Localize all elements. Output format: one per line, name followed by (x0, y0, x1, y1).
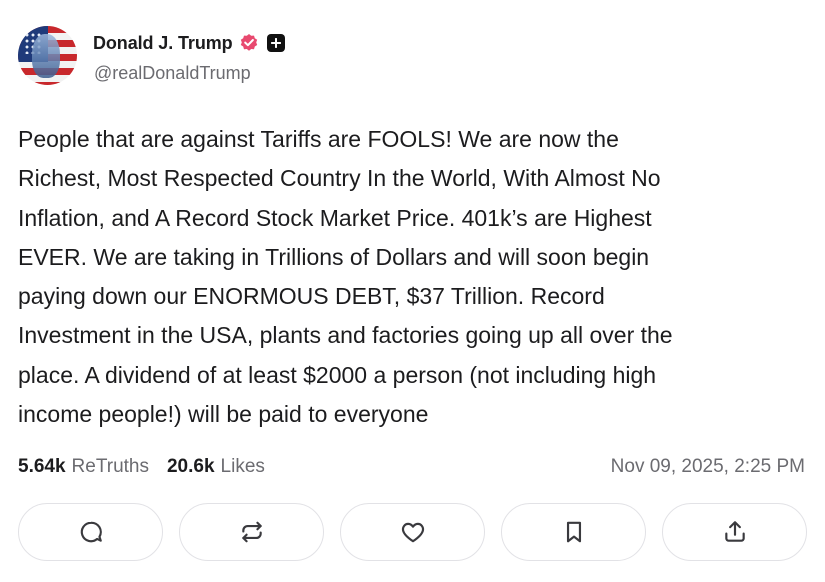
avatar[interactable] (18, 26, 77, 85)
bookmark-button[interactable] (501, 503, 646, 561)
post-text: People that are against Tariffs are FOOL… (18, 126, 673, 428)
retruths-stat[interactable]: 5.64k ReTruths (18, 456, 149, 478)
retruth-icon (241, 521, 262, 543)
like-icon (401, 522, 424, 543)
post-stats: 5.64k ReTruths 20.6k Likes Nov 09, 2025, 2… (18, 453, 805, 481)
post-card: Donald J. Trump @realDonaldTrump People … (0, 0, 825, 582)
likes-label: Likes (220, 456, 265, 477)
retruths-label: ReTruths (71, 456, 149, 477)
reply-button[interactable] (18, 503, 163, 561)
share-button[interactable] (662, 503, 807, 561)
reply-icon (80, 521, 102, 543)
share-icon (724, 521, 745, 542)
likes-count: 20.6k (166, 456, 215, 477)
plus-badge-icon (266, 34, 285, 52)
verified-badge-icon (239, 33, 259, 53)
like-button[interactable] (340, 503, 485, 561)
avatar-portrait (32, 34, 60, 78)
bookmark-icon (566, 521, 581, 543)
author-display-name[interactable]: Donald J. Trump (93, 33, 233, 54)
action-bar (18, 503, 807, 563)
post-timestamp[interactable]: Nov 09, 2025, 2:25 PM (611, 456, 805, 478)
likes-stat[interactable]: 20.6k Likes (167, 456, 265, 478)
retruths-count: 5.64k (18, 456, 66, 477)
author-name-row: Donald J. Trump (93, 31, 285, 55)
retruth-button[interactable] (179, 503, 324, 561)
author-handle[interactable]: @realDonaldTrump (94, 63, 251, 84)
